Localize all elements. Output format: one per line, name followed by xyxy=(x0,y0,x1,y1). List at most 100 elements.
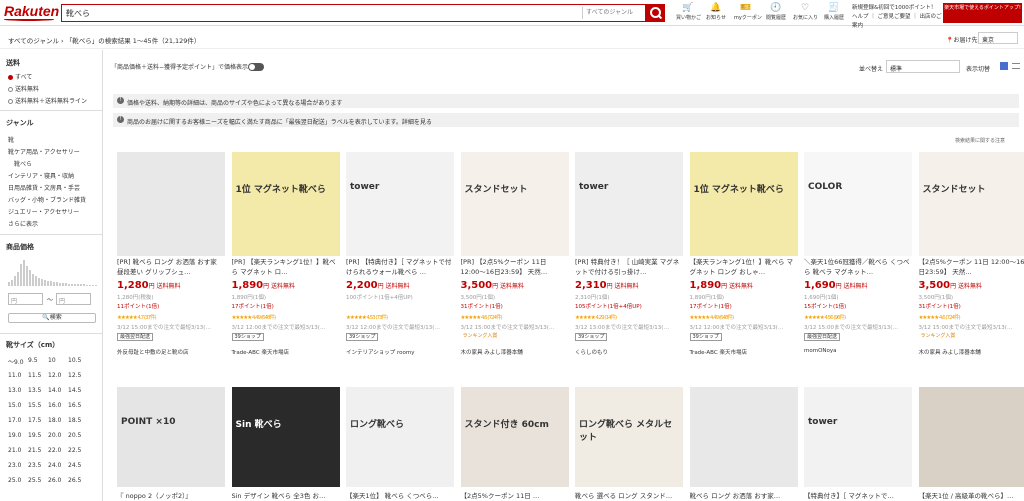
shop-name[interactable]: momONoya xyxy=(804,348,837,354)
size-option[interactable]: 13.5 xyxy=(28,387,48,397)
product-image[interactable]: tower xyxy=(575,152,683,256)
shipping-all[interactable]: すべて xyxy=(8,72,32,81)
search-button[interactable] xyxy=(645,4,665,22)
product-card[interactable]: Sin 靴べら Sin デザイン 靴べら 全3色 お… xyxy=(231,387,340,501)
product-image[interactable]: 1位 マグネット靴べら xyxy=(231,152,340,256)
size-option[interactable]: 11.5 xyxy=(28,372,48,382)
product-title[interactable]: 【楽天1位 / 高級革の靴べら】… xyxy=(919,490,1024,500)
size-option[interactable]: 〜9.0 xyxy=(8,357,28,367)
product-image[interactable]: スタンド付き 60cm xyxy=(460,387,569,487)
size-option[interactable]: 24.5 xyxy=(68,462,88,472)
size-option[interactable]: 18.5 xyxy=(68,417,88,427)
grid-view-icon[interactable] xyxy=(1000,62,1008,70)
product-card[interactable]: COLOR ＼楽天1位66冠獲得／靴べら くつべら 靴ベラ マグネット… 1,690… xyxy=(804,152,912,372)
size-option[interactable]: 21.5 xyxy=(28,447,48,457)
product-image[interactable]: tower xyxy=(346,152,454,256)
shop-name[interactable]: くらしのもり xyxy=(575,348,608,356)
shop-name[interactable]: インテリアショップ roomy xyxy=(346,348,415,356)
size-option[interactable]: 25.5 xyxy=(28,477,48,487)
product-card[interactable]: 【楽天1位 / 高級革の靴べら】… xyxy=(918,387,1024,501)
product-image[interactable] xyxy=(117,152,225,256)
product-title[interactable]: [PR] 【特典付き】［ マグネットで付けられるウォール靴べら … xyxy=(346,258,454,278)
shop-name[interactable]: 木の家具 みよし漆器本舗 xyxy=(919,348,981,356)
product-card[interactable]: tower [PR] 【特典付き】［ マグネットで付けられるウォール靴べら … 2,… xyxy=(346,152,454,372)
product-title[interactable]: 靴べら ロング お洒落 おす家… xyxy=(690,490,798,500)
size-option[interactable]: 17.0 xyxy=(8,417,28,427)
product-title[interactable]: 靴べら 選べる ロング スタンド… xyxy=(575,490,683,500)
size-option[interactable]: 25.0 xyxy=(8,477,28,487)
product-image[interactable]: スタンドセット xyxy=(918,152,1024,256)
product-card[interactable]: スタンド付き 60cm 【2点5%クーポン 11日 … xyxy=(460,387,569,501)
product-card[interactable]: tower 【特典付き】［ マグネットで… xyxy=(804,387,912,501)
product-title[interactable]: 『 noppo 2（ノッポ2）』 xyxy=(117,490,225,500)
coupon-button[interactable]: 🎫 myクーポン xyxy=(734,3,762,25)
product-card[interactable]: [PR] 靴べら ロング お洒落 おす家 昼段差い グリップシュ… 1,280円 … xyxy=(117,152,225,372)
genre-item[interactable]: 靴 xyxy=(8,135,14,144)
size-option[interactable]: 15.0 xyxy=(8,402,28,412)
price-min-input[interactable]: 円 xyxy=(8,293,43,305)
price-display-toggle[interactable] xyxy=(248,63,264,71)
notice-button[interactable]: 🔔 お知らせ xyxy=(704,3,728,25)
product-title[interactable]: 【楽天ランキング1位！】靴べら マグネット ロング おしゃ… xyxy=(690,258,798,278)
genre-item[interactable]: ジュエリー・アクセサリー xyxy=(8,207,79,216)
breadcrumb-genre[interactable]: すべてのジャンル xyxy=(8,37,59,45)
product-image[interactable]: POINT ×10 xyxy=(117,387,225,487)
size-option[interactable]: 17.5 xyxy=(28,417,48,427)
size-option[interactable]: 12.0 xyxy=(48,372,68,382)
cart-button[interactable]: 🛒 買い物かご xyxy=(676,3,701,25)
product-card[interactable]: POINT ×10 『 noppo 2（ノッポ2）』 xyxy=(117,387,225,501)
product-image[interactable] xyxy=(689,387,798,487)
product-card[interactable]: スタンドセット 【2点5%クーポン 11日 12:00〜16日23:59】 天然…… xyxy=(918,152,1024,372)
price-max-input[interactable]: 円 xyxy=(56,293,91,305)
size-option[interactable]: 22.0 xyxy=(48,447,68,457)
product-title[interactable]: 【特典付き】［ マグネットで… xyxy=(804,490,912,500)
genre-select[interactable]: すべてのジャンル xyxy=(582,7,638,19)
rakuten-logo[interactable]: Rakuten xyxy=(4,3,59,19)
size-option[interactable]: 20.5 xyxy=(68,432,88,442)
product-card[interactable]: 1位 マグネット靴べら [PR] 【楽天ランキング1位！】靴べら マグネット ロ…… xyxy=(231,152,340,372)
size-option[interactable]: 10 xyxy=(48,357,68,367)
product-card[interactable]: ロング靴べら 【楽天1位】 靴べら くつべら… xyxy=(346,387,454,501)
product-title[interactable]: [PR] 靴べら ロング お洒落 おす家 昼段差い グリップシュ… xyxy=(117,258,225,278)
size-option[interactable]: 14.0 xyxy=(48,387,68,397)
product-card[interactable]: スタンドセット [PR] 【2点5%クーポン 11日 12:00〜16日23:59… xyxy=(460,152,569,372)
purchase-history-button[interactable]: 🧾 購入履歴 xyxy=(822,3,846,25)
size-option[interactable]: 24.0 xyxy=(48,462,68,472)
search-note-link[interactable]: 検索結果に関する注意 xyxy=(955,137,1005,144)
shipping-free[interactable]: 送料無料 xyxy=(8,84,39,93)
product-card[interactable]: 1位 マグネット靴べら 【楽天ランキング1位！】靴べら マグネット ロング おしゃ… xyxy=(689,152,798,372)
size-option[interactable]: 12.5 xyxy=(68,372,88,382)
product-title[interactable]: [PR] 特典付き！［ 山崎実業 マグネットで付ける引っ掛け… xyxy=(575,258,683,278)
size-option[interactable]: 16.0 xyxy=(48,402,68,412)
sort-select[interactable]: 標準 xyxy=(886,60,960,73)
delivery-select[interactable]: 東京 xyxy=(978,32,1018,44)
size-option[interactable]: 21.0 xyxy=(8,447,28,457)
product-card[interactable]: 靴べら ロング お洒落 おす家… xyxy=(689,387,798,501)
size-option[interactable]: 15.5 xyxy=(28,402,48,412)
size-option[interactable]: 23.5 xyxy=(28,462,48,472)
product-image[interactable]: COLOR xyxy=(804,152,912,256)
size-option[interactable]: 10.5 xyxy=(68,357,88,367)
genre-item[interactable]: 靴べら xyxy=(14,159,32,168)
size-option[interactable]: 26.0 xyxy=(48,477,68,487)
size-option[interactable]: 9.5 xyxy=(28,357,48,367)
shop-name[interactable]: 木の家具 みよし漆器本舗 xyxy=(461,348,523,356)
product-image[interactable]: スタンドセット xyxy=(460,152,569,256)
history-button[interactable]: 🕘 閲覧履歴 xyxy=(764,3,788,25)
favorite-button[interactable]: ♡ お気に入り xyxy=(793,3,818,25)
product-image[interactable]: ロング靴べら xyxy=(346,387,454,487)
product-image[interactable]: Sin 靴べら xyxy=(231,387,340,487)
size-option[interactable]: 16.5 xyxy=(68,402,88,412)
size-option[interactable]: 19.5 xyxy=(28,432,48,442)
shop-name[interactable]: Trade-ABC 楽天市場店 xyxy=(232,348,289,356)
product-title[interactable]: [PR] 【楽天ランキング1位！】靴べら マグネット ロ… xyxy=(232,258,340,278)
product-title[interactable]: [PR] 【2点5%クーポン 11日 12:00〜16日23:59】 天然… xyxy=(461,258,569,278)
size-option[interactable]: 19.0 xyxy=(8,432,28,442)
size-option[interactable]: 22.5 xyxy=(68,447,88,457)
size-option[interactable]: 18.0 xyxy=(48,417,68,427)
genre-item[interactable]: 日用品雑貨・文房具・手芸 xyxy=(8,183,80,192)
size-option[interactable]: 26.5 xyxy=(68,477,88,487)
promo-banner[interactable]: 楽天市場で使えるポイントアップ! xyxy=(943,3,1022,23)
notice-bar[interactable]: 商品のお届けに関するお客様ニーズを幅広く満たす商品に「最強翌日配送」ラベルを表示… xyxy=(113,113,1019,127)
size-option[interactable]: 11.0 xyxy=(8,372,28,382)
